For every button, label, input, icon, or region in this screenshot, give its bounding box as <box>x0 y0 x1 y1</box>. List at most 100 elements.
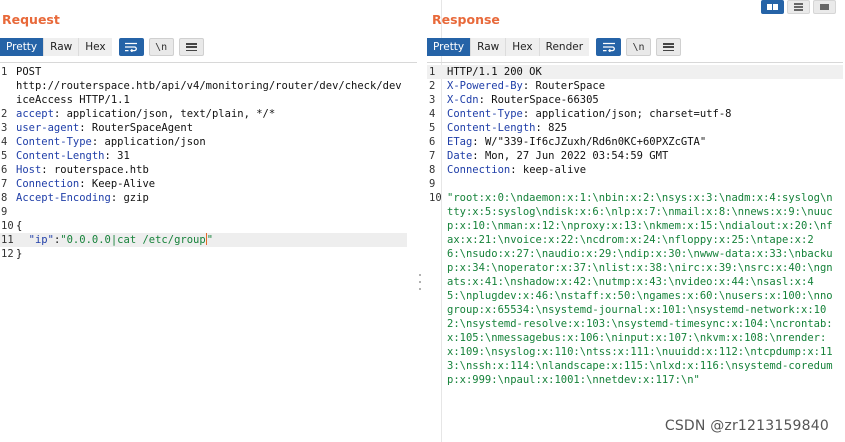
request-editor[interactable]: 1 POST http://routerspace.htb/api/v4/moni… <box>0 62 417 442</box>
response-menu-button[interactable] <box>656 38 682 56</box>
line-content: Content-Type: application/json <box>14 135 404 149</box>
response-view-tabs: Pretty Raw Hex Render <box>427 38 590 56</box>
header-value: routerspace.htb <box>47 164 149 176</box>
request-wrap-lines-button[interactable] <box>118 38 144 56</box>
line-content: Date: Mon, 27 Jun 2022 03:54:59 GMT <box>445 149 833 163</box>
response-tab-hex[interactable]: Hex <box>506 38 540 56</box>
wrap-lines-icon <box>602 42 615 52</box>
line-number: 6 <box>1 164 8 176</box>
header-value: RouterSpace <box>529 80 606 92</box>
code-line: 9 <box>427 177 843 191</box>
code-line: 1 POST http://routerspace.htb/api/v4/moni… <box>0 65 417 107</box>
menu-icon <box>185 43 197 51</box>
wrap-lines-icon <box>125 42 138 52</box>
code-line: 5 Content-Length: 825 <box>427 121 843 135</box>
line-number: 1 <box>1 66 8 78</box>
line-content: user-agent: RouterSpaceAgent <box>14 121 404 135</box>
header-value: RouterSpace-66305 <box>484 94 599 106</box>
code-line: 8 Connection: keep-alive <box>427 163 843 177</box>
request-view-tabs: Pretty Raw Hex <box>0 38 112 56</box>
line-number: 8 <box>1 192 8 204</box>
line-number: 4 <box>429 108 436 120</box>
line-number: 9 <box>429 178 436 190</box>
code-line: 2 X-Powered-By: RouterSpace <box>427 79 843 93</box>
line-number: 12 <box>1 248 14 260</box>
splitter-grip-icon[interactable] <box>418 274 422 290</box>
request-title: Request <box>2 12 60 27</box>
response-wrap-lines-button[interactable] <box>596 38 622 56</box>
line-number: 10 <box>429 192 442 204</box>
pane-splitter[interactable] <box>417 0 426 442</box>
watermark: CSDN @zr1213159840 <box>664 418 829 434</box>
newline-icon: \n <box>155 41 168 53</box>
request-code[interactable]: 1 POST http://routerspace.htb/api/v4/moni… <box>0 65 417 261</box>
line-number: 7 <box>1 178 8 190</box>
request-menu-button[interactable] <box>178 38 204 56</box>
response-tab-render[interactable]: Render <box>539 38 590 56</box>
response-pane: Response Pretty Raw Hex Render \n 1 HTTP/… <box>426 0 845 442</box>
response-body: "root:x:0:\ndaemon:x:1:\nbin:x:2:\nsys:x… <box>447 192 833 386</box>
request-toolbar: Pretty Raw Hex \n <box>0 38 204 56</box>
layout-tabs-button[interactable] <box>813 0 836 14</box>
code-line: 4 Content-Type: application/json <box>0 135 417 149</box>
code-line: 8 Accept-Encoding: gzip <box>0 191 417 205</box>
header-value: 31 <box>110 150 130 162</box>
header-value: application/json; charset=utf-8 <box>529 108 732 120</box>
single-pane-icon <box>820 4 829 10</box>
code-line: 12} <box>0 247 417 261</box>
request-show-newlines-button[interactable]: \n <box>148 38 174 56</box>
line-text: HTTP/1.1 200 OK <box>447 66 542 78</box>
request-tab-raw[interactable]: Raw <box>44 38 80 56</box>
line-content: HTTP/1.1 200 OK <box>445 65 833 79</box>
code-line: 6 Host: routerspace.htb <box>0 163 417 177</box>
response-code[interactable]: 1 HTTP/1.1 200 OK 2 X-Powered-By: RouterSpa… <box>427 65 843 387</box>
line-content: { <box>14 219 404 233</box>
layout-switcher <box>761 0 839 14</box>
line-content: } <box>14 247 404 261</box>
code-line: 9 <box>0 205 417 219</box>
line-text: { <box>16 220 23 232</box>
header-name: Content-Length <box>16 150 105 162</box>
code-line: 4 Content-Type: application/json; charset… <box>427 107 843 121</box>
header-name: Date <box>447 150 473 162</box>
header-name: Connection <box>447 164 511 176</box>
line-number: 11 <box>1 234 14 246</box>
response-show-newlines-button[interactable]: \n <box>626 38 652 56</box>
line-content: X-Powered-By: RouterSpace <box>445 79 833 93</box>
header-name: Host <box>16 164 42 176</box>
rows-icon <box>794 3 803 11</box>
line-number: 4 <box>1 136 8 148</box>
code-line: 1 HTTP/1.1 200 OK <box>427 65 843 79</box>
header-value: application/json <box>98 136 206 148</box>
layout-stacked-button[interactable] <box>787 0 810 14</box>
json-key: "ip" <box>28 234 54 246</box>
code-line: 2 accept: application/json, text/plain, *… <box>0 107 417 121</box>
line-content: X-Cdn: RouterSpace-66305 <box>445 93 833 107</box>
header-value: Mon, 27 Jun 2022 03:54:59 GMT <box>478 150 669 162</box>
response-tab-raw[interactable]: Raw <box>471 38 507 56</box>
header-name: X-Powered-By <box>447 80 523 92</box>
response-tab-pretty[interactable]: Pretty <box>427 38 472 56</box>
line-number: 2 <box>1 108 8 120</box>
line-content: POST http://routerspace.htb/api/v4/monit… <box>14 65 404 107</box>
header-name: Content-Type <box>16 136 92 148</box>
response-toolbar: Pretty Raw Hex Render \n <box>427 38 682 56</box>
header-value: keep-alive <box>516 164 587 176</box>
line-content: Connection: keep-alive <box>445 163 833 177</box>
header-value: RouterSpaceAgent <box>85 122 194 134</box>
line-content: Content-Length: 825 <box>445 121 833 135</box>
line-content <box>14 205 404 219</box>
response-editor[interactable]: 1 HTTP/1.1 200 OK 2 X-Powered-By: RouterSpa… <box>427 62 843 442</box>
line-content: Content-Length: 31 <box>14 149 404 163</box>
line-text: POST http://routerspace.htb/api/v4/monit… <box>16 66 402 106</box>
request-tab-pretty[interactable]: Pretty <box>0 38 45 56</box>
request-tab-hex[interactable]: Hex <box>79 38 112 56</box>
code-line: 3 X-Cdn: RouterSpace-66305 <box>427 93 843 107</box>
line-content: Host: routerspace.htb <box>14 163 404 177</box>
code-line: 10{ <box>0 219 417 233</box>
layout-side-by-side-button[interactable] <box>761 0 784 14</box>
line-number: 6 <box>429 136 436 148</box>
header-name: Content-Type <box>447 108 523 120</box>
line-content: ETag: W/"339-If6cJZuxh/Rd6n0KC+60PXZcGTA… <box>445 135 833 149</box>
